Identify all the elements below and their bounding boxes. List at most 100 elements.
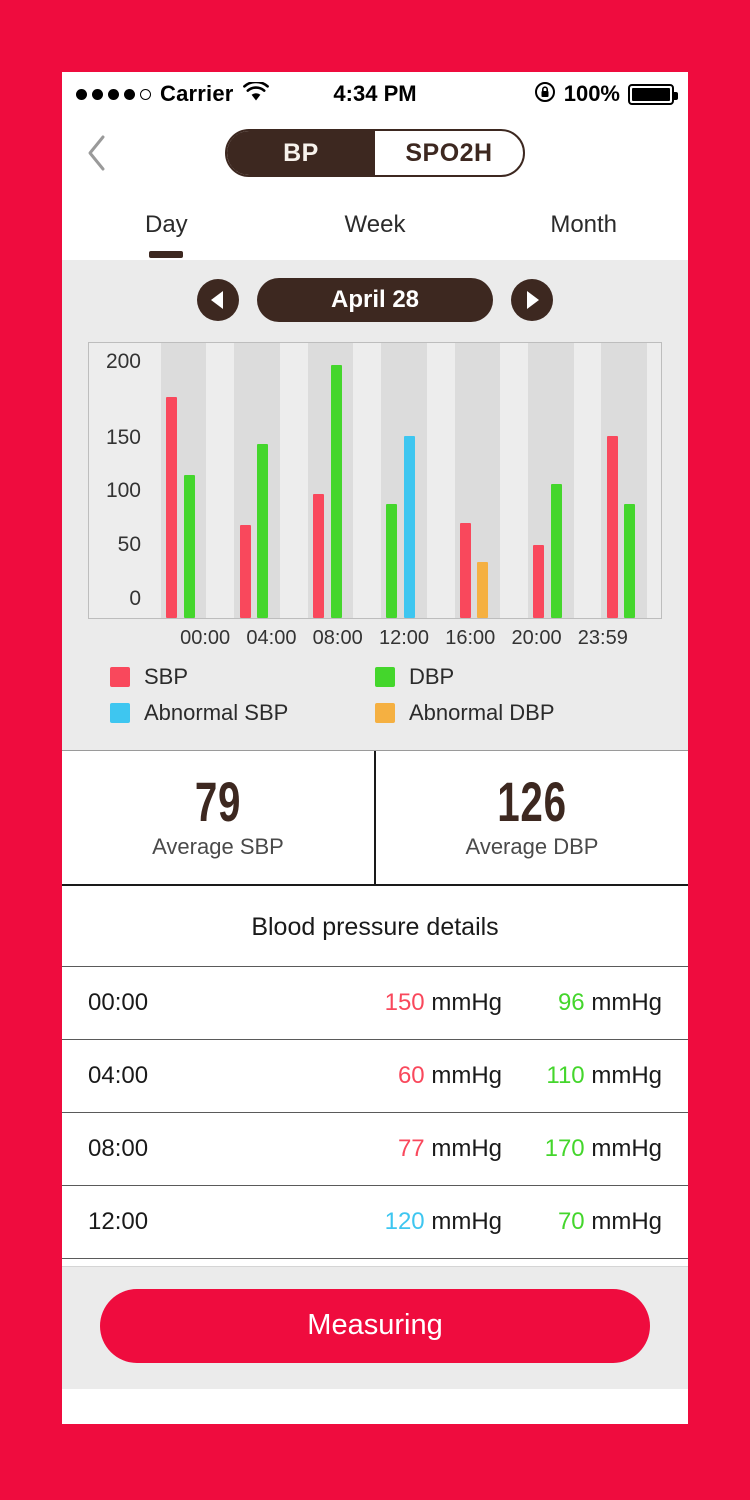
x-axis-label: 08:00 (312, 627, 363, 649)
legend-item-dbp: DBP (375, 664, 640, 690)
chart-bar (550, 484, 562, 618)
chart-panel: April 28 0 50 100 150 200 00:00 04:00 08:00 12:… (62, 260, 688, 750)
period-tabs: Day Week Month (62, 190, 688, 260)
detail-row-sbp: 150 mmHg (342, 989, 502, 1017)
detail-row[interactable]: 08:00 77 mmHg 170 mmHg (62, 1111, 688, 1185)
chart-bar (239, 525, 251, 618)
bar-group (147, 343, 220, 618)
detail-dbp-value: 70 (557, 1207, 585, 1235)
detail-row-dbp: 70 mmHg (502, 1208, 662, 1236)
detail-sbp-value: 77 (397, 1134, 425, 1162)
next-day-button[interactable] (511, 279, 553, 321)
detail-row[interactable]: 12:00 120 mmHg 70 mmHg (62, 1184, 688, 1258)
detail-sbp-value: 60 (397, 1061, 425, 1089)
detail-dbp-unit: mmHg (591, 988, 662, 1016)
detail-sbp-unit: mmHg (431, 1207, 502, 1235)
legend-label: Abnormal DBP (409, 700, 555, 725)
legend-item-abnormal-dbp: Abnormal DBP (375, 700, 640, 726)
chart-bar (330, 364, 342, 618)
detail-row-values: 60 mmHg 110 mmHg (342, 1062, 662, 1090)
y-axis: 0 50 100 150 200 (89, 343, 147, 618)
detail-sbp-unit: mmHg (431, 1134, 502, 1162)
legend-row: Abnormal SBP Abnormal DBP (110, 700, 640, 726)
detail-row-sbp: 77 mmHg (342, 1135, 502, 1163)
chart-bar (386, 504, 398, 618)
bar-group (441, 343, 514, 618)
detail-dbp-unit: mmHg (591, 1134, 662, 1162)
y-axis-tick: 100 (105, 479, 141, 503)
arrow-right-icon (527, 291, 539, 309)
detail-row-time: 04:00 (88, 1061, 149, 1089)
average-sbp-value: 79 (194, 770, 242, 833)
detail-sbp-unit: mmHg (431, 988, 502, 1016)
battery-percent-label: 100% (563, 81, 620, 106)
arrow-left-icon (211, 291, 223, 309)
average-dbp-value: 126 (497, 770, 567, 833)
bar-group (294, 343, 367, 618)
detail-dbp-value: 170 (544, 1134, 585, 1162)
rotation-lock-icon (534, 81, 556, 108)
back-button[interactable] (86, 134, 122, 172)
chart-bar (166, 397, 178, 618)
detail-row-time: 12:00 (88, 1207, 149, 1235)
detail-row-dbp: 110 mmHg (502, 1062, 662, 1090)
segment-spo2h[interactable]: SPO2H (375, 131, 523, 175)
legend-swatch (375, 703, 395, 723)
battery-full-icon (628, 83, 678, 105)
detail-sbp-value: 150 (384, 988, 425, 1016)
tab-week[interactable]: Week (271, 190, 480, 260)
measuring-button[interactable]: Measuring (100, 1288, 650, 1363)
averages-summary: 79 Average SBP 126 Average DBP (62, 750, 688, 886)
y-axis-tick: 150 (105, 425, 141, 449)
y-axis-tick: 0 (129, 586, 141, 610)
signal-strength-icon (76, 88, 151, 100)
detail-row[interactable]: 00:00 150 mmHg 96 mmHg (62, 965, 688, 1039)
previous-day-button[interactable] (197, 279, 239, 321)
details-list: 00:00 150 mmHg 96 mmHg 04:00 60 mmHg 110 mmHg… (62, 965, 688, 1266)
tab-week-label: Week (344, 211, 406, 238)
status-bar-right: 100% (534, 81, 678, 108)
detail-row-values: 120 mmHg 70 mmHg (342, 1208, 662, 1236)
x-axis-label: 12:00 (378, 627, 430, 649)
tab-month[interactable]: Month (479, 190, 688, 260)
chart-bar (606, 435, 618, 618)
legend-swatch (110, 667, 130, 687)
bar-chart: 0 50 100 150 200 00:00 04:00 08:00 12:00 16:00 20… (88, 342, 662, 650)
detail-sbp-value: 120 (384, 1207, 425, 1235)
tab-day-label: Day (144, 211, 188, 238)
legend-label: Abnormal SBP (144, 700, 289, 725)
legend-row: SBP DBP (110, 664, 640, 690)
tab-day[interactable]: Day (62, 190, 271, 260)
x-axis-label: 20:00 (511, 627, 562, 649)
chart-bar (477, 562, 489, 618)
chart-legend: SBP DBP Abnormal SBP Abnormal DBP (110, 664, 640, 726)
bar-group (514, 343, 587, 618)
wifi-icon (242, 80, 269, 107)
x-axis-labels: 00:00 04:00 08:00 12:00 16:00 20:00 23:59 (172, 627, 662, 650)
legend-item-sbp: SBP (110, 664, 375, 690)
chart-bar (257, 443, 269, 618)
chart-bar (403, 435, 415, 618)
phone-screen: Carrier 4:34 PM 100% BP SPO2H Day Week M… (62, 72, 688, 1424)
y-axis-tick: 50 (117, 533, 141, 556)
carrier-label: Carrier (160, 81, 234, 106)
average-dbp-label: Average DBP (465, 833, 599, 859)
segment-bp[interactable]: BP (227, 131, 375, 175)
detail-dbp-unit: mmHg (591, 1207, 662, 1235)
mode-segmented-control[interactable]: BP SPO2H (225, 129, 525, 177)
legend-label: DBP (409, 664, 455, 689)
x-axis-label: 00:00 (180, 627, 231, 649)
chart-bar (533, 544, 545, 618)
detail-dbp-value: 110 (546, 1061, 585, 1089)
bar-group (588, 343, 661, 618)
detail-row-values: 77 mmHg 170 mmHg (342, 1135, 662, 1163)
detail-row-time: 00:00 (88, 988, 149, 1016)
current-date-label[interactable]: April 28 (257, 278, 493, 322)
chart-bar (459, 522, 471, 618)
detail-row-values: 150 mmHg 96 mmHg (342, 989, 662, 1017)
x-axis-label: 23:59 (577, 627, 628, 649)
status-bar: Carrier 4:34 PM 100% (62, 72, 688, 116)
details-title: Blood pressure details (251, 912, 499, 941)
detail-row[interactable]: 04:00 60 mmHg 110 mmHg (62, 1038, 688, 1112)
average-sbp-label: Average SBP (152, 833, 284, 859)
